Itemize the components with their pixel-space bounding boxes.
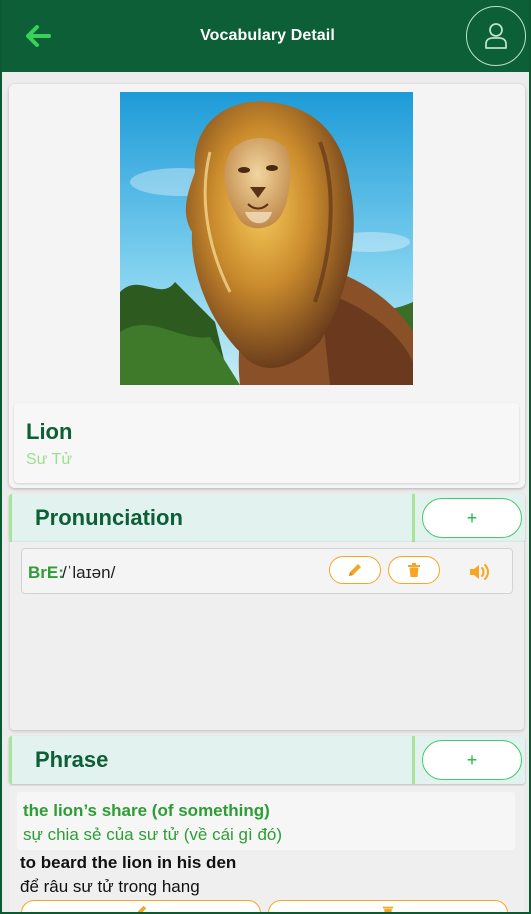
trash-icon	[382, 906, 394, 912]
vocabulary-card: Lion Sư Tử	[9, 84, 525, 488]
ipa-text: /ˈlaɪən/	[62, 563, 116, 582]
delete-pronunciation-button[interactable]	[388, 556, 440, 584]
word-vietnamese: Sư Tử	[26, 451, 73, 468]
user-icon	[485, 23, 507, 49]
pronunciation-header: Pronunciation +	[9, 494, 525, 542]
pronunciation-title: Pronunciation	[35, 505, 183, 530]
page-title: Vocabulary Detail	[200, 27, 335, 44]
divider	[412, 494, 415, 542]
phrase-vietnamese: để râu sư tử trong hang	[20, 877, 200, 896]
pronunciation-list: BrE: /ˈlaɪən/	[10, 542, 524, 730]
phrase-item[interactable]: the lion’s share (of something) sự chia …	[17, 792, 515, 850]
app-header: Vocabulary Detail	[2, 0, 529, 72]
phrase-english: the lion’s share (of something)	[23, 801, 270, 820]
pencil-icon	[349, 564, 361, 576]
add-phrase-button[interactable]: +	[422, 740, 522, 780]
app-frame: Vocabulary Detail Lion Sư Tử Pronunciati…	[0, 0, 531, 914]
back-button[interactable]	[22, 20, 54, 52]
phrase-english: to beard the lion in his den	[20, 853, 237, 872]
divider	[412, 736, 415, 784]
arrow-left-icon	[26, 25, 51, 47]
edit-pronunciation-button[interactable]	[329, 556, 381, 584]
trash-icon	[408, 563, 420, 577]
phrase-title: Phrase	[35, 747, 109, 772]
add-pronunciation-button[interactable]: +	[422, 498, 522, 538]
phrase-vietnamese: sự chia sẻ của sư tử (về cái gì đó)	[23, 825, 283, 844]
play-pronunciation-button[interactable]	[466, 559, 492, 585]
phrase-header: Phrase +	[9, 736, 525, 784]
profile-button[interactable]	[466, 6, 526, 66]
delete-phrase-button[interactable]	[268, 900, 508, 912]
phrase-list: the lion’s share (of something) sự chia …	[10, 786, 524, 912]
edit-phrase-button[interactable]	[21, 900, 261, 912]
pronunciation-item: BrE: /ˈlaɪən/	[21, 548, 513, 594]
pencil-icon	[137, 905, 147, 912]
word-english: Lion	[26, 419, 73, 444]
word-info: Lion Sư Tử	[14, 403, 519, 483]
lion-image	[120, 92, 413, 385]
accent-label: BrE:	[28, 563, 64, 582]
speaker-icon	[470, 564, 489, 580]
